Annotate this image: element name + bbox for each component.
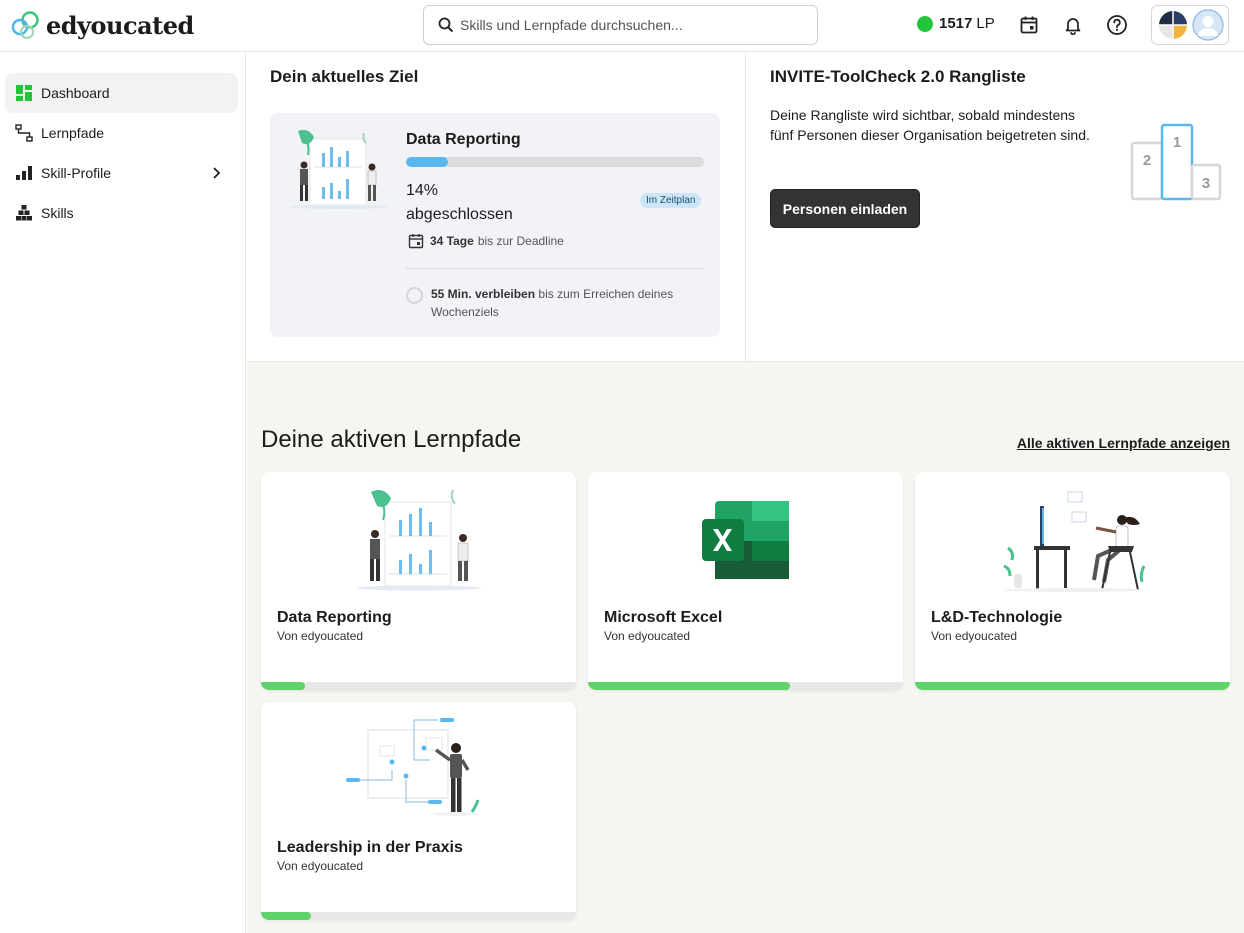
card-thumbnail: [261, 710, 576, 830]
ranking-panel: INVITE-ToolCheck 2.0 Rangliste Deine Ran…: [745, 53, 1244, 362]
card-title: Data Reporting: [277, 609, 392, 626]
goal-progress-fill: [406, 157, 448, 167]
card-author: Von edyoucated: [931, 629, 1018, 643]
search-icon: [438, 17, 454, 33]
sidebar-item-label: Skill-Profile: [41, 165, 112, 181]
sidebar: Dashboard Lernpfade Skill-Profile Skills: [0, 53, 246, 933]
deadline-days: 34 Tage: [430, 234, 474, 248]
card-title: Leadership in der Praxis: [277, 839, 463, 856]
card-progress-bar: [261, 912, 576, 920]
current-goal-title: Dein aktuelles Ziel: [270, 67, 419, 86]
card-author: Von edyoucated: [277, 629, 364, 643]
current-goal-card[interactable]: Data Reporting 14% abgeschlossen Im Zeit…: [270, 113, 720, 337]
weekly-goal-text: 55 Min. verbleiben bis zum Erreichen dei…: [431, 285, 701, 321]
goal-status: abgeschlossen: [406, 206, 513, 223]
learning-points[interactable]: 1517 LP: [917, 15, 995, 32]
card-thumbnail: [915, 480, 1230, 600]
card-progress-fill: [588, 682, 790, 690]
goal-progress-text: 14% abgeschlossen: [406, 179, 556, 227]
data-reporting-illustration: [289, 129, 389, 209]
card-title: L&D-Technologie: [931, 609, 1063, 626]
divider: [406, 268, 704, 269]
logo-text: edyoucated: [46, 10, 194, 40]
account-menu[interactable]: [1151, 5, 1229, 45]
points-value: 1517: [939, 15, 973, 32]
podium-icon: 1 2 3: [1130, 123, 1222, 201]
sidebar-item-label: Dashboard: [41, 85, 110, 101]
active-paths-title: Deine aktiven Lernpfade: [261, 426, 522, 453]
weekly-remaining: 55 Min. verbleiben: [431, 287, 536, 301]
dashboard-icon: [15, 84, 33, 102]
card-thumbnail: [261, 480, 576, 600]
show-all-paths-link[interactable]: Alle aktiven Lernpfade anzeigen: [1017, 435, 1230, 451]
sidebar-item-label: Skills: [41, 205, 74, 221]
card-progress-fill: [261, 912, 312, 920]
card-progress-fill: [915, 682, 1230, 690]
points-unit: LP: [976, 15, 995, 32]
calendar-icon[interactable]: [1017, 13, 1041, 37]
deadline-suffix: bis zur Deadline: [477, 234, 564, 248]
path-card-microsoft-excel[interactable]: Microsoft Excel Von edyoucated: [588, 472, 903, 690]
chevron-right-icon: [213, 167, 221, 179]
weekly-goal-progress-ring: [406, 287, 423, 304]
path-card-leadership[interactable]: Leadership in der Praxis Von edyoucated: [261, 702, 576, 920]
current-goal-panel: Dein aktuelles Ziel Data Reporting 14% a…: [247, 53, 744, 362]
invite-people-button[interactable]: Personen einladen: [770, 189, 920, 228]
sidebar-item-skill-profile[interactable]: Skill-Profile: [5, 153, 238, 193]
goal-name: Data Reporting: [406, 131, 521, 148]
path-card-ld-technologie[interactable]: L&D-Technologie Von edyoucated: [915, 472, 1230, 690]
ld-technology-illustration: [1002, 491, 1145, 592]
search-input[interactable]: [460, 17, 790, 33]
sidebar-item-skills[interactable]: Skills: [5, 193, 238, 233]
notification-bell-icon[interactable]: [1061, 13, 1085, 37]
weekly-goal-info: 55 Min. verbleiben bis zum Erreichen dei…: [406, 285, 701, 321]
card-author: Von edyoucated: [277, 859, 364, 873]
user-avatar-icon: [1191, 9, 1224, 41]
search-box[interactable]: [423, 5, 818, 45]
podium-first: 1: [1173, 134, 1181, 151]
goal-progress-bar: [406, 157, 704, 167]
ranking-description: Deine Rangliste wird sichtbar, sobald mi…: [770, 107, 1090, 143]
excel-icon: [701, 501, 789, 579]
active-paths-section: Deine aktiven Lernpfade Alle aktiven Ler…: [247, 362, 1244, 933]
goal-percent: 14%: [406, 182, 439, 199]
path-card-data-reporting[interactable]: Data Reporting Von edyoucated: [261, 472, 576, 690]
sidebar-item-lernpfade[interactable]: Lernpfade: [5, 113, 238, 153]
card-progress-bar: [915, 682, 1230, 690]
leadership-illustration: [345, 718, 479, 816]
card-progress-fill: [261, 682, 306, 690]
ranking-title: INVITE-ToolCheck 2.0 Rangliste: [770, 67, 1026, 86]
logo-icon: [11, 11, 39, 40]
card-thumbnail: [588, 480, 903, 600]
sidebar-item-dashboard[interactable]: Dashboard: [5, 73, 238, 113]
help-icon[interactable]: [1105, 13, 1129, 37]
sidebar-item-label: Lernpfade: [41, 125, 105, 141]
edyoucated-logo[interactable]: edyoucated: [10, 8, 194, 42]
organization-logo-icon: [1158, 11, 1187, 39]
learning-path-icon: [15, 124, 33, 142]
podium-second: 2: [1143, 152, 1151, 169]
deadline-info: 34 Tage bis zur Deadline: [408, 233, 564, 249]
card-progress-bar: [588, 682, 903, 690]
data-reporting-illustration: [356, 489, 481, 591]
card-author: Von edyoucated: [604, 629, 691, 643]
on-schedule-badge: Im Zeitplan: [640, 193, 702, 208]
card-progress-bar: [261, 682, 576, 690]
skills-icon: [15, 204, 33, 222]
points-status-dot: [917, 15, 933, 32]
top-header: edyoucated 1517 LP: [0, 0, 1244, 52]
calendar-icon: [408, 234, 424, 249]
card-title: Microsoft Excel: [604, 609, 723, 626]
podium-third: 3: [1202, 175, 1210, 192]
skill-profile-icon: [15, 164, 33, 182]
